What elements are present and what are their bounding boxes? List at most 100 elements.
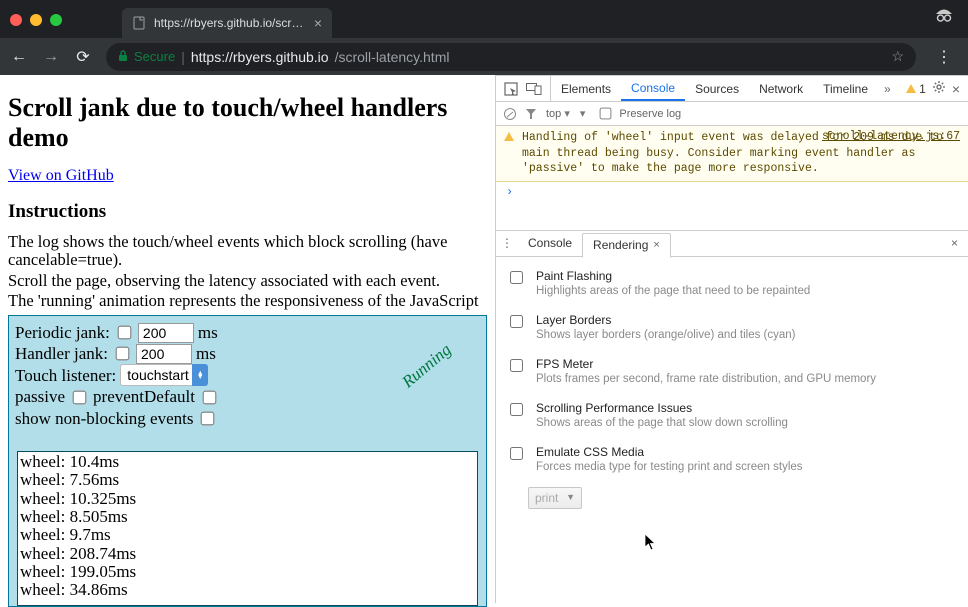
- periodic-jank-label: Periodic jank:: [15, 322, 110, 343]
- clear-console-icon[interactable]: [504, 108, 516, 120]
- inspect-icon[interactable]: [504, 82, 518, 96]
- periodic-jank-checkbox[interactable]: [118, 326, 132, 340]
- log-line: wheel: 9.7ms: [20, 526, 475, 544]
- console-source-link[interactable]: scroll-latency.js:67: [822, 130, 960, 143]
- close-window-icon[interactable]: [10, 14, 22, 26]
- rendering-option-title: FPS Meter: [536, 357, 876, 371]
- log-line: wheel: 208.74ms: [20, 545, 475, 563]
- rendering-checkbox[interactable]: [510, 315, 523, 328]
- instructions-heading: Instructions: [8, 201, 487, 223]
- log-line: wheel: 10.325ms: [20, 490, 475, 508]
- tab-sources[interactable]: Sources: [685, 76, 749, 101]
- close-tab-icon[interactable]: ×: [314, 15, 322, 31]
- maximize-window-icon[interactable]: [50, 14, 62, 26]
- drawer-tab-console[interactable]: Console: [518, 231, 582, 256]
- rendering-option-title: Emulate CSS Media: [536, 445, 803, 459]
- drawer-tab-strip: ⋮ Console Rendering × ×: [496, 230, 968, 257]
- demo-panel: Periodic jank: ms Handler jank: ms Touch…: [8, 315, 487, 607]
- rendering-checkbox[interactable]: [510, 271, 523, 284]
- handler-jank-input[interactable]: [136, 344, 192, 364]
- ms-label: ms: [198, 322, 218, 343]
- page-content: Scroll jank due to touch/wheel handlers …: [0, 75, 495, 603]
- scope-dropdown[interactable]: top ▾: [546, 107, 570, 120]
- devtools-close-icon[interactable]: ×: [952, 81, 960, 97]
- tabs-overflow-icon[interactable]: »: [878, 76, 897, 101]
- rendering-option-desc: Shows layer borders (orange/olive) and t…: [536, 329, 796, 341]
- passive-label: passive: [15, 386, 65, 407]
- log-line: wheel: 10.4ms: [20, 453, 475, 471]
- bookmark-star-icon[interactable]: ☆: [891, 48, 904, 65]
- lock-icon: [118, 49, 128, 65]
- rendering-option-title: Paint Flashing: [536, 269, 810, 283]
- minimize-window-icon[interactable]: [30, 14, 42, 26]
- url-host: https://rbyers.github.io: [191, 49, 329, 65]
- secure-label: Secure: [134, 49, 175, 64]
- emulate-media-select[interactable]: print▼: [528, 487, 582, 509]
- device-toggle-icon[interactable]: [526, 83, 542, 95]
- rendering-option-title: Layer Borders: [536, 313, 796, 327]
- select-arrow-icon: ▴▾: [192, 364, 208, 386]
- drawer-tab-rendering[interactable]: Rendering ×: [582, 233, 671, 258]
- rendering-option: Scrolling Performance IssuesShows areas …: [506, 395, 958, 439]
- console-prompt[interactable]: ›: [496, 182, 968, 202]
- rendering-option-desc: Highlights areas of the page that need t…: [536, 285, 810, 297]
- filter-icon[interactable]: [526, 109, 536, 119]
- preserve-log-checkbox[interactable]: [600, 108, 612, 120]
- omnibox[interactable]: Secure | https://rbyers.github.io/scroll…: [106, 43, 916, 71]
- tab-elements[interactable]: Elements: [551, 76, 621, 101]
- rendering-panel: Paint Flashing Highlights areas of the pa…: [496, 257, 968, 603]
- emulate-media-value: print: [535, 491, 558, 505]
- tab-title: https://rbyers.github.io/scroll-l: [154, 16, 306, 30]
- tab-network[interactable]: Network: [749, 76, 813, 101]
- warning-icon: [504, 132, 514, 141]
- console-warning-row: Handling of 'wheel' input event was dela…: [496, 126, 968, 182]
- passive-checkbox[interactable]: [73, 390, 87, 404]
- rendering-option: Emulate CSS Media Forces media type for t…: [506, 439, 958, 483]
- tab-console[interactable]: Console: [621, 76, 685, 101]
- settings-gear-icon[interactable]: [932, 80, 946, 97]
- window-controls: [10, 14, 62, 26]
- instructions-line: Scroll the page, observing the latency a…: [8, 272, 487, 290]
- incognito-icon: [934, 7, 954, 28]
- level-dropdown-icon[interactable]: ▾: [580, 107, 586, 120]
- close-tab-icon[interactable]: ×: [653, 239, 659, 251]
- handler-jank-checkbox[interactable]: [116, 347, 130, 361]
- github-link[interactable]: View on GitHub: [8, 167, 114, 184]
- address-bar: ← → ⟳ Secure | https://rbyers.github.io/…: [0, 38, 968, 75]
- log-line: wheel: 34.86ms: [20, 581, 475, 599]
- rendering-option-desc: Forces media type for testing print and …: [536, 461, 803, 473]
- rendering-checkbox[interactable]: [510, 403, 523, 416]
- preserve-log-toggle[interactable]: Preserve log: [595, 104, 681, 123]
- warning-count-badge[interactable]: 1: [906, 82, 926, 96]
- log-line: wheel: 7.56ms: [20, 471, 475, 489]
- touch-listener-label: Touch listener:: [15, 365, 116, 386]
- preserve-log-label: Preserve log: [619, 108, 681, 120]
- drawer-menu-icon[interactable]: ⋮: [496, 231, 518, 256]
- rendering-option: FPS Meter Plots frames per second, frame …: [506, 351, 958, 395]
- devtools-panel: Elements Console Sources Network Timelin…: [495, 75, 968, 603]
- browser-menu-icon[interactable]: ⋮: [930, 47, 958, 67]
- prevent-default-checkbox[interactable]: [203, 390, 217, 404]
- reload-icon[interactable]: ⟳: [74, 47, 92, 67]
- instructions-line: The log shows the touch/wheel events whi…: [8, 233, 487, 270]
- nav-forward-icon: →: [42, 48, 60, 66]
- event-log[interactable]: wheel: 10.4mswheel: 7.56mswheel: 10.325m…: [17, 451, 478, 606]
- rendering-option-desc: Shows areas of the page that slow down s…: [536, 417, 788, 429]
- tab-timeline[interactable]: Timeline: [813, 76, 878, 101]
- console-filter-bar: top ▾ ▾ Preserve log: [496, 102, 968, 126]
- page-title: Scroll jank due to touch/wheel handlers …: [8, 93, 487, 153]
- instructions-line: The 'running' animation represents the r…: [8, 292, 487, 310]
- browser-chrome: https://rbyers.github.io/scroll-l × ← → …: [0, 0, 968, 75]
- warning-icon: [906, 84, 916, 93]
- show-nonblocking-checkbox[interactable]: [201, 411, 215, 425]
- devtools-tab-strip: Elements Console Sources Network Timelin…: [496, 76, 968, 102]
- rendering-option-desc: Plots frames per second, frame rate dist…: [536, 373, 876, 385]
- rendering-checkbox[interactable]: [510, 359, 523, 372]
- periodic-jank-input[interactable]: [138, 323, 194, 343]
- warning-count: 1: [919, 82, 926, 96]
- drawer-close-icon[interactable]: ×: [941, 231, 968, 256]
- browser-tab[interactable]: https://rbyers.github.io/scroll-l ×: [122, 8, 332, 38]
- rendering-checkbox[interactable]: [510, 447, 523, 460]
- nav-back-icon[interactable]: ←: [10, 48, 28, 66]
- url-path: /scroll-latency.html: [335, 49, 450, 65]
